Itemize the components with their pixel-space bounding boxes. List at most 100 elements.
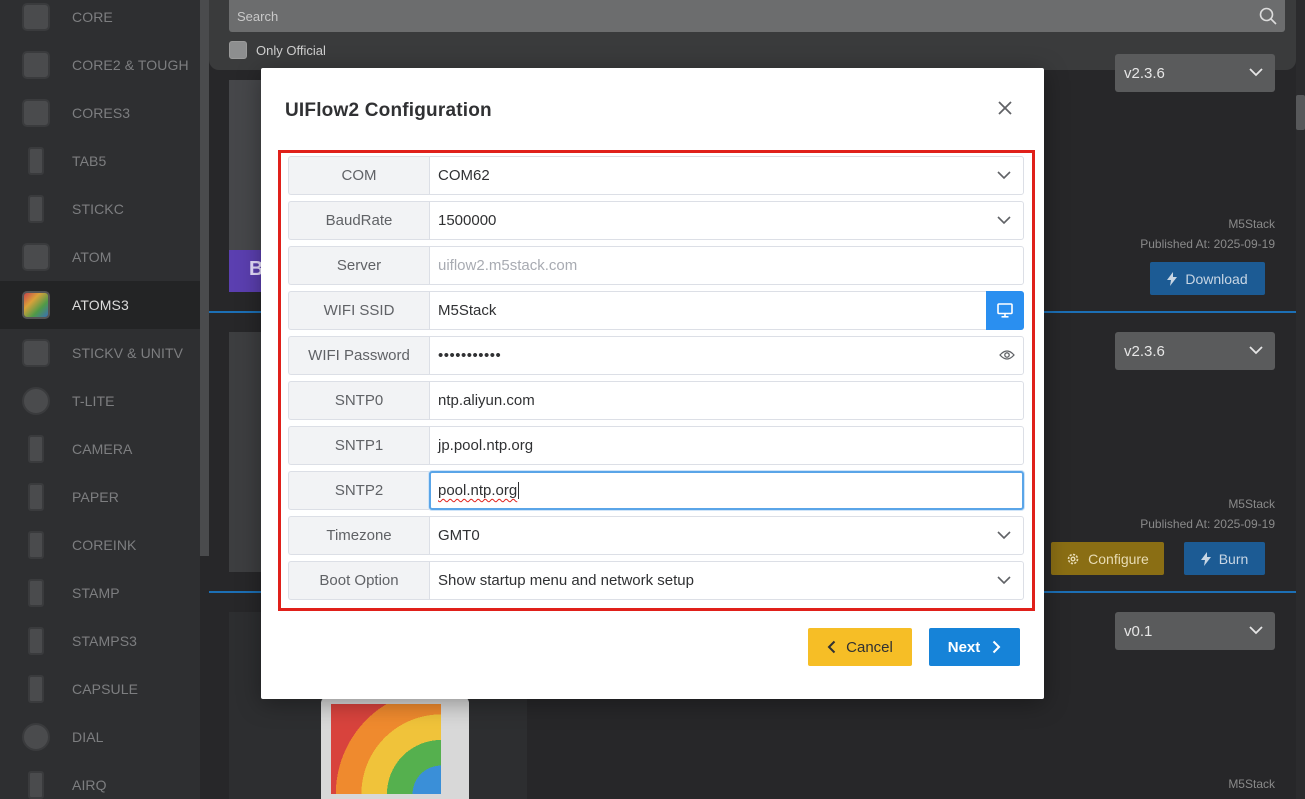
sntp2-row: SNTP2 pool.ntp.org bbox=[288, 471, 1024, 510]
close-icon[interactable] bbox=[996, 99, 1014, 117]
sidebar-item-stickv-unitv[interactable]: STICKV & UNITV bbox=[0, 329, 200, 377]
sidebar-item-label: STICKV & UNITV bbox=[72, 345, 184, 361]
sidebar-item-label: STAMPS3 bbox=[72, 633, 138, 649]
sidebar-item-label: CAPSULE bbox=[72, 681, 139, 697]
firmware-meta: M5Stack bbox=[1228, 774, 1275, 794]
sntp0-input[interactable]: ntp.aliyun.com bbox=[429, 381, 1024, 420]
configure-button[interactable]: Configure bbox=[1051, 542, 1164, 575]
device-thumbnail bbox=[28, 531, 44, 559]
cancel-label: Cancel bbox=[846, 638, 893, 656]
boot-option-select[interactable]: Show startup menu and network setup bbox=[429, 561, 1024, 600]
wifi-scan-button[interactable] bbox=[986, 291, 1024, 330]
server-row: Server uiflow2.m5stack.com bbox=[288, 246, 1024, 285]
timezone-select[interactable]: GMT0 bbox=[429, 516, 1024, 555]
chevron-down-icon bbox=[997, 171, 1011, 180]
wifi-ssid-value: M5Stack bbox=[438, 302, 497, 319]
checkbox-box[interactable] bbox=[229, 41, 247, 59]
only-official-checkbox[interactable]: Only Official bbox=[229, 41, 326, 59]
cancel-button[interactable]: Cancel bbox=[808, 628, 912, 666]
chevron-left-icon bbox=[827, 640, 836, 654]
lightning-icon bbox=[1167, 271, 1178, 286]
com-value: COM62 bbox=[438, 167, 490, 184]
sntp2-input[interactable]: pool.ntp.org bbox=[429, 471, 1024, 510]
main-scrollbar[interactable] bbox=[1296, 0, 1305, 799]
boot-option-row: Boot Option Show startup menu and networ… bbox=[288, 561, 1024, 600]
sidebar-item-paper[interactable]: PAPER bbox=[0, 473, 200, 521]
baudrate-value: 1500000 bbox=[438, 212, 497, 229]
sidebar-item-stamps3[interactable]: STAMPS3 bbox=[0, 617, 200, 665]
published-text: Published At: 2025-09-19 bbox=[1140, 517, 1275, 531]
monitor-icon bbox=[997, 303, 1013, 318]
wifi-ssid-input[interactable]: M5Stack bbox=[429, 291, 1024, 330]
sntp2-value: pool.ntp.org bbox=[438, 482, 518, 499]
next-button[interactable]: Next bbox=[929, 628, 1020, 666]
sntp0-label: SNTP0 bbox=[288, 381, 429, 420]
sidebar-item-label: AIRQ bbox=[72, 777, 107, 793]
timezone-row: Timezone GMT0 bbox=[288, 516, 1024, 555]
version-value: v2.3.6 bbox=[1124, 65, 1165, 82]
eye-icon[interactable] bbox=[999, 349, 1015, 361]
boot-option-label: Boot Option bbox=[288, 561, 429, 600]
sidebar-item-label: ATOMS3 bbox=[72, 297, 129, 313]
sidebar-item-label: STAMP bbox=[72, 585, 120, 601]
sidebar-item-stickc[interactable]: STICKC bbox=[0, 185, 200, 233]
sidebar-scrollbar[interactable] bbox=[200, 0, 209, 556]
sidebar-item-tab5[interactable]: TAB5 bbox=[0, 137, 200, 185]
chevron-down-icon bbox=[997, 576, 1011, 585]
device-thumbnail bbox=[28, 435, 44, 463]
download-label: Download bbox=[1185, 270, 1248, 287]
sidebar-item-cores3[interactable]: CORES3 bbox=[0, 89, 200, 137]
sidebar-item-airq[interactable]: AIRQ bbox=[0, 761, 200, 799]
sidebar-item-label: CORES3 bbox=[72, 105, 131, 121]
sidebar-item-dial[interactable]: DIAL bbox=[0, 713, 200, 761]
version-value: v0.1 bbox=[1124, 623, 1153, 640]
wifi-password-input[interactable]: ••••••••••• bbox=[429, 336, 1024, 375]
published-text: Published At: 2025-09-19 bbox=[1140, 237, 1275, 251]
sidebar-item-coreink[interactable]: COREINK bbox=[0, 521, 200, 569]
author-text: M5Stack bbox=[1228, 777, 1275, 791]
server-input: uiflow2.m5stack.com bbox=[429, 246, 1024, 285]
server-label: Server bbox=[288, 246, 429, 285]
search-input[interactable]: Search bbox=[229, 0, 1285, 32]
baudrate-select[interactable]: 1500000 bbox=[429, 201, 1024, 240]
sidebar-item-capsule[interactable]: CAPSULE bbox=[0, 665, 200, 713]
version-select[interactable]: v0.1 bbox=[1115, 612, 1275, 650]
sidebar-item-label: T-LITE bbox=[72, 393, 115, 409]
sntp1-label: SNTP1 bbox=[288, 426, 429, 465]
com-row: COM COM62 bbox=[288, 156, 1024, 195]
sidebar-item-core2-tough[interactable]: CORE2 & TOUGH bbox=[0, 41, 200, 89]
device-sidebar: CORE CORE2 & TOUGH CORES3 TAB5 STICKC AT… bbox=[0, 0, 200, 799]
sidebar-item-label: STICKC bbox=[72, 201, 124, 217]
sidebar-item-t-lite[interactable]: T-LITE bbox=[0, 377, 200, 425]
sntp1-input[interactable]: jp.pool.ntp.org bbox=[429, 426, 1024, 465]
search-icon[interactable] bbox=[1259, 7, 1277, 25]
version-select[interactable]: v2.3.6 bbox=[1115, 54, 1275, 92]
sidebar-item-atom[interactable]: ATOM bbox=[0, 233, 200, 281]
chevron-down-icon bbox=[1249, 346, 1263, 355]
sntp2-label: SNTP2 bbox=[288, 471, 429, 510]
device-thumbnail bbox=[22, 99, 50, 127]
lightning-icon bbox=[1200, 551, 1211, 566]
configure-label: Configure bbox=[1088, 550, 1149, 567]
wifi-ssid-row: WIFI SSID M5Stack bbox=[288, 291, 1024, 330]
highlight-frame: COM COM62 BaudRate 1500000 Server uiflow… bbox=[278, 150, 1035, 611]
server-value: uiflow2.m5stack.com bbox=[438, 257, 578, 274]
chevron-right-icon bbox=[993, 640, 1001, 654]
text-caret bbox=[518, 482, 520, 499]
sidebar-item-camera[interactable]: CAMERA bbox=[0, 425, 200, 473]
sidebar-item-label: CORE2 & TOUGH bbox=[72, 57, 189, 73]
wifi-password-value: ••••••••••• bbox=[438, 347, 502, 364]
wifi-password-label: WIFI Password bbox=[288, 336, 429, 375]
sidebar-item-label: DIAL bbox=[72, 729, 104, 745]
com-select[interactable]: COM62 bbox=[429, 156, 1024, 195]
sidebar-item-stamp[interactable]: STAMP bbox=[0, 569, 200, 617]
sidebar-item-atoms3[interactable]: ATOMS3 bbox=[0, 281, 200, 329]
version-value: v2.3.6 bbox=[1124, 343, 1165, 360]
sntp0-value: ntp.aliyun.com bbox=[438, 392, 535, 409]
scrollbar-thumb[interactable] bbox=[1296, 95, 1305, 130]
download-button[interactable]: Download bbox=[1150, 262, 1265, 295]
device-thumbnail bbox=[28, 483, 44, 511]
version-select[interactable]: v2.3.6 bbox=[1115, 332, 1275, 370]
burn-button[interactable]: Burn bbox=[1184, 542, 1265, 575]
sidebar-item-core[interactable]: CORE bbox=[0, 0, 200, 41]
